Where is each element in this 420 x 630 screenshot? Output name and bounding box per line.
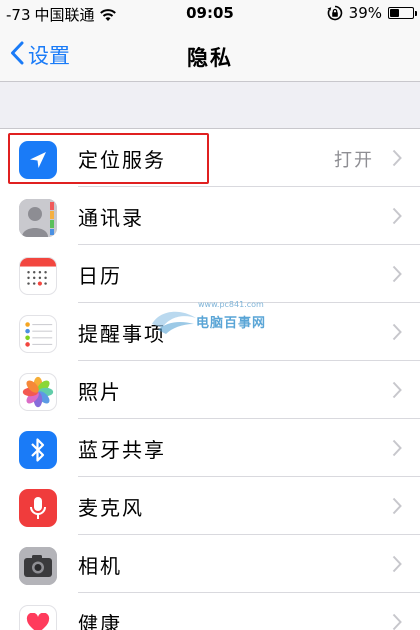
chevron-right-icon [392,265,402,287]
list-item-value: 打开 [334,150,374,171]
microphone-icon [19,489,57,527]
list-item-camera[interactable]: 相机 [0,535,420,593]
chevron-right-icon [392,149,402,171]
list-item-microphone[interactable]: 麦克风 [0,477,420,535]
list-item-label: 提醒事项 [78,322,166,346]
page-title: 隐私 [187,46,233,70]
list-item-calendar[interactable]: 日历 [0,245,420,303]
camera-icon [19,547,57,585]
rotation-lock-icon [327,5,343,21]
list-item-label: 定位服务 [78,148,166,172]
battery-percent: 39% [348,4,382,22]
list-item-label: 相机 [78,554,122,578]
calendar-icon [19,257,57,295]
list-item-label: 蓝牙共享 [78,438,166,462]
bluetooth-icon [19,431,57,469]
list-item-bluetooth-sharing[interactable]: 蓝牙共享 [0,419,420,477]
chevron-right-icon [392,497,402,519]
chevron-right-icon [392,207,402,229]
chevron-right-icon [392,613,402,630]
battery-fill [390,9,399,17]
chevron-right-icon [392,439,402,461]
privacy-list: 定位服务 打开 通讯录 日历 提醒事项 照片 蓝牙共享 麦克风 相机 健康 [0,128,420,630]
list-item-reminders[interactable]: 提醒事项 [0,303,420,361]
list-item-location-services[interactable]: 定位服务 打开 [0,129,420,187]
chevron-right-icon [392,323,402,345]
status-right: 39% [327,4,417,22]
health-icon [19,605,57,630]
list-item-label: 健康 [78,612,122,630]
photos-icon [19,373,57,411]
list-item-health[interactable]: 健康 [0,593,420,630]
list-item-label: 通讯录 [78,206,144,230]
location-arrow-icon [19,141,57,179]
chevron-right-icon [392,381,402,403]
list-item-contacts[interactable]: 通讯录 [0,187,420,245]
list-item-label: 照片 [78,380,122,404]
chevron-right-icon [392,555,402,577]
list-item-label: 日历 [78,264,122,288]
battery-icon [388,7,417,19]
list-item-label: 麦克风 [78,496,144,520]
list-item-photos[interactable]: 照片 [0,361,420,419]
reminders-icon [19,315,57,353]
status-bar: -73 中国联通 09:05 39% [0,0,420,30]
contacts-icon [19,199,57,237]
navigation-bar: 设置 隐私 [0,30,420,82]
